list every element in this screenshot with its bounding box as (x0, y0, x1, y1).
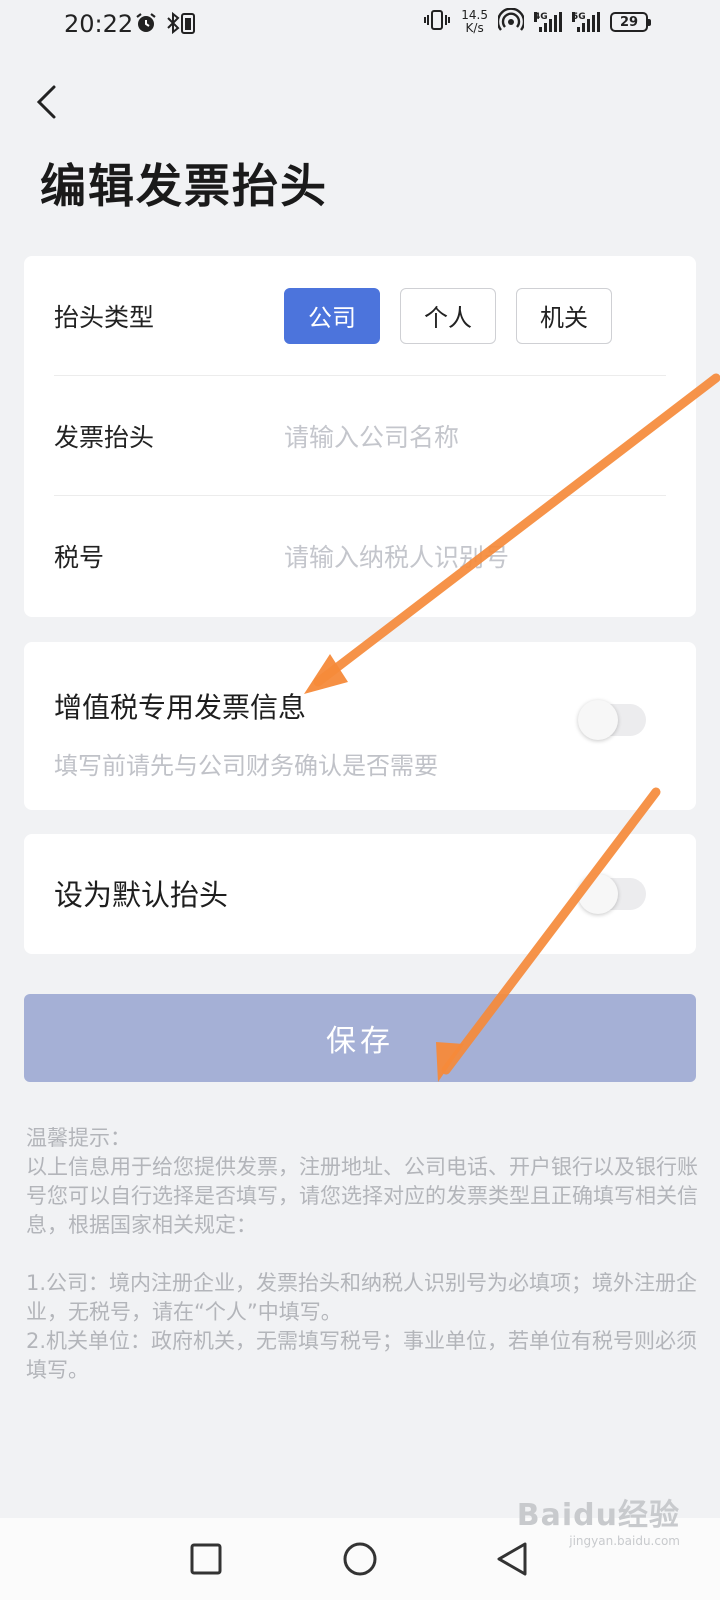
page-title: 编辑发票抬头 (40, 159, 328, 213)
tips-section: 温馨提示： 以上信息用于给您提供发票，注册地址、公司电话、开户银行以及银行账号您… (26, 1124, 698, 1385)
circle-icon (343, 1542, 377, 1576)
vat-subtitle: 填写前请先与公司财务确认是否需要 (54, 752, 438, 780)
type-government-button[interactable]: 机关 (516, 287, 612, 344)
default-header-toggle[interactable] (578, 874, 646, 914)
header-type-row: 抬头类型 公司 个人 机关 (54, 256, 666, 376)
vat-info-card: 增值税专用发票信息 填写前请先与公司财务确认是否需要 (24, 642, 696, 810)
invoice-title-label: 发票抬头 (54, 422, 155, 452)
chevron-left-icon (36, 85, 56, 119)
recent-apps-button[interactable] (181, 1534, 231, 1584)
hotspot-icon (496, 7, 526, 36)
tips-heading: 温馨提示： (26, 1126, 131, 1150)
battery-icon: 29 (610, 12, 651, 32)
invoice-form-card: 抬头类型 公司 个人 机关 发票抬头 请输入公司名称 税号 请输入纳税人识别号 (24, 256, 696, 617)
tips-rule-2: 2.机关单位：政府机关，无需填写税号；事业单位，若单位有税号则必须填写。 (26, 1329, 698, 1382)
vat-title: 增值税专用发票信息 (54, 691, 307, 724)
type-company-button[interactable]: 公司 (284, 287, 380, 344)
vat-toggle[interactable] (578, 700, 646, 740)
vibrate-icon (423, 8, 451, 36)
toggle-knob (578, 874, 618, 914)
save-button[interactable]: 保存 (24, 994, 696, 1082)
tax-id-label: 税号 (54, 543, 105, 572)
bluetooth-battery-icon (164, 11, 198, 39)
tax-id-input[interactable]: 请输入纳税人识别号 (284, 538, 509, 574)
net-speed: 14.5 K/s (461, 8, 488, 35)
invoice-title-row[interactable]: 发票抬头 请输入公司名称 (54, 376, 666, 496)
default-header-card: 设为默认抬头 (24, 834, 696, 954)
home-button[interactable] (335, 1534, 385, 1584)
default-header-label: 设为默认抬头 (54, 878, 229, 912)
type-personal-button[interactable]: 个人 (400, 287, 496, 344)
square-icon (190, 1543, 222, 1575)
toggle-knob (578, 700, 618, 740)
status-time: 20:22 (64, 10, 134, 38)
baidu-jingyan-watermark: Baidu经验 jingyan.baidu.com (516, 1498, 680, 1548)
back-button[interactable] (26, 80, 66, 124)
tax-id-row[interactable]: 税号 请输入纳税人识别号 (54, 496, 666, 616)
header-type-label: 抬头类型 (54, 302, 155, 332)
signal-4g-icon: 4G (534, 12, 562, 32)
invoice-title-input[interactable]: 请输入公司名称 (284, 418, 459, 454)
status-bar: 20:22 14.5 K/s 4G 5G 29 (0, 0, 720, 50)
header-type-options: 公司 个人 机关 (284, 287, 612, 344)
signal-5g-icon: 5G (572, 12, 600, 32)
alarm-icon (134, 11, 158, 39)
tips-rule-1: 1.公司：境内注册企业，发票抬头和纳税人识别号为必填项；境外注册企业，无税号，请… (26, 1271, 698, 1324)
tips-body: 以上信息用于给您提供发票，注册地址、公司电话、开户银行以及银行账号您可以自行选择… (26, 1155, 698, 1237)
